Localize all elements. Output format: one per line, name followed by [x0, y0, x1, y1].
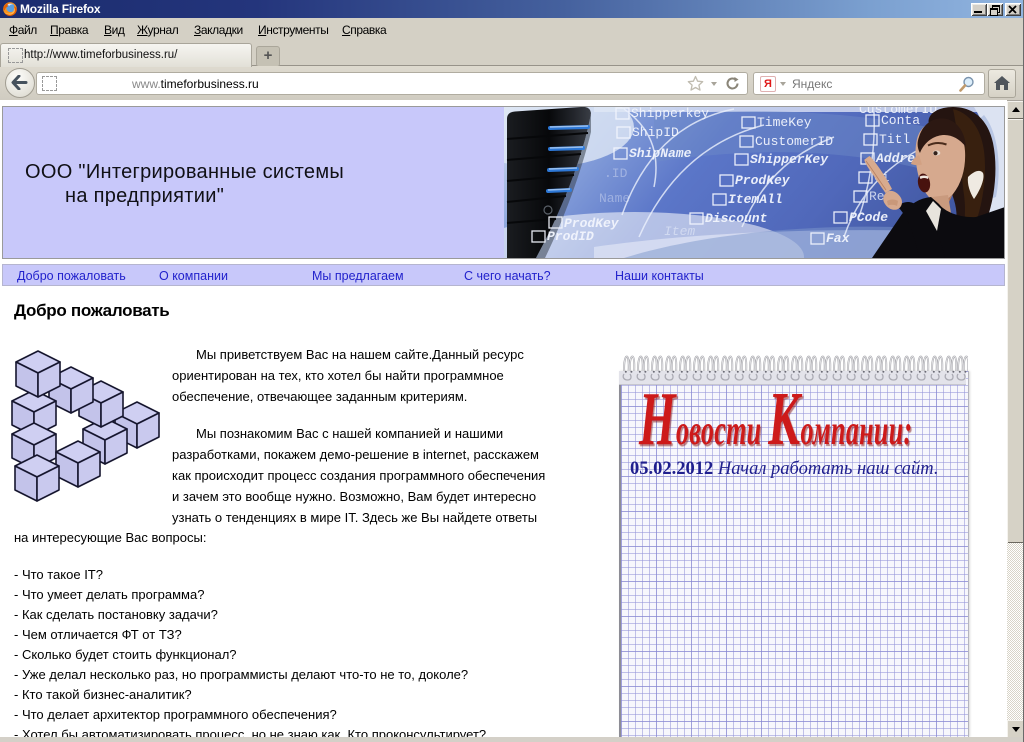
svg-text:Titl: Titl: [879, 132, 910, 147]
svg-text:ShipName: ShipName: [629, 146, 692, 161]
svg-text:.ID: .ID: [604, 166, 628, 181]
svg-text:ShipID: ShipID: [632, 125, 679, 140]
svg-text:TimeKey: TimeKey: [757, 115, 812, 130]
svg-text:ProdID: ProdID: [547, 229, 594, 244]
svg-text:Addre: Addre: [875, 151, 915, 166]
svg-text:ShipperKey: ShipperKey: [750, 152, 829, 167]
svg-text:ItemAll: ItemAll: [728, 192, 783, 207]
svg-text:Item: Item: [664, 224, 695, 239]
svg-text:Conta: Conta: [881, 113, 920, 128]
svg-text:ProdKey: ProdKey: [735, 173, 791, 188]
svg-text:Name: Name: [599, 191, 630, 206]
svg-text:Discount: Discount: [705, 211, 767, 226]
svg-text:Shipperkey: Shipperkey: [631, 107, 709, 121]
svg-text:PCode: PCode: [849, 210, 888, 225]
svg-text:Fax: Fax: [826, 231, 851, 246]
svg-text:CustomerID: CustomerID: [755, 134, 833, 149]
